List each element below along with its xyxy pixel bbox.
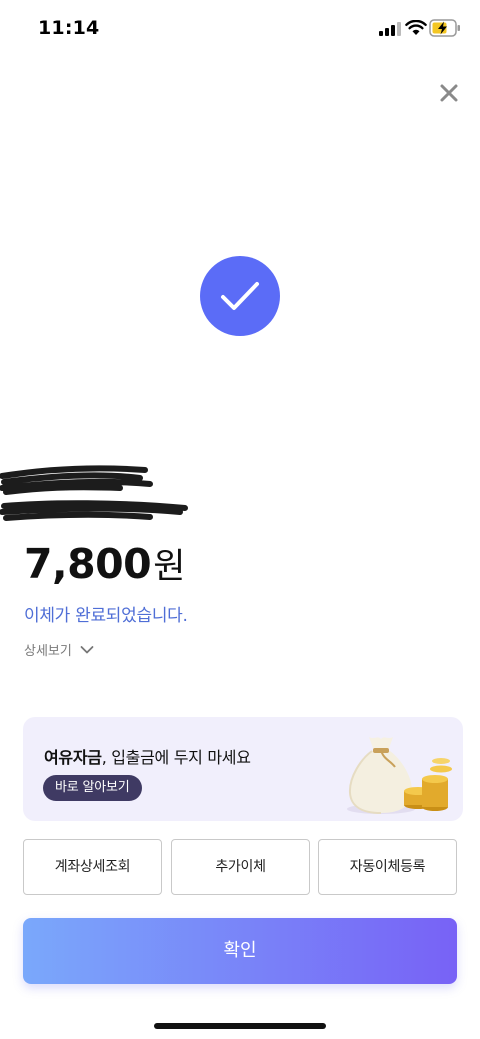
close-button[interactable] <box>434 78 464 108</box>
signal-icon <box>379 22 401 36</box>
amount-currency: 원 <box>153 547 186 587</box>
promo-title-rest: , 입출금에 두지 마세요 <box>101 748 251 767</box>
chevron-down-icon <box>80 645 94 653</box>
auto-transfer-button[interactable]: 자동이체등록 <box>318 839 457 895</box>
transfer-complete-screen: 11:14 7,800 원 이체가 완료되었습니다. 상세보기 여유자금, 입출… <box>0 0 480 1039</box>
promo-banner[interactable]: 여유자금, 입출금에 두지 마세요 바로 알아보기 <box>23 717 463 821</box>
confirm-button[interactable]: 확인 <box>23 918 457 984</box>
wifi-icon <box>405 20 427 35</box>
success-check-icon <box>200 256 280 336</box>
home-indicator <box>154 1023 326 1029</box>
detail-toggle[interactable]: 상세보기 <box>24 640 94 659</box>
additional-transfer-button[interactable]: 추가이체 <box>171 839 310 895</box>
promo-title: 여유자금, 입출금에 두지 마세요 <box>44 744 251 768</box>
check-icon <box>221 282 259 310</box>
action-buttons: 계좌상세조회 추가이체 자동이체등록 <box>23 839 457 895</box>
redacted-recipient <box>0 465 188 521</box>
transfer-amount: 7,800 원 <box>24 538 185 589</box>
amount-value: 7,800 <box>24 540 152 588</box>
detail-label: 상세보기 <box>24 644 72 659</box>
account-detail-button[interactable]: 계좌상세조회 <box>23 839 162 895</box>
promo-cta-button[interactable]: 바로 알아보기 <box>43 775 142 801</box>
status-time: 11:14 <box>38 17 100 39</box>
promo-title-bold: 여유자금 <box>44 748 102 767</box>
money-bag-icon <box>347 737 452 814</box>
result-message: 이체가 완료되었습니다. <box>24 606 188 626</box>
battery-charging-icon <box>429 19 460 37</box>
status-bar: 11:14 <box>0 0 480 56</box>
